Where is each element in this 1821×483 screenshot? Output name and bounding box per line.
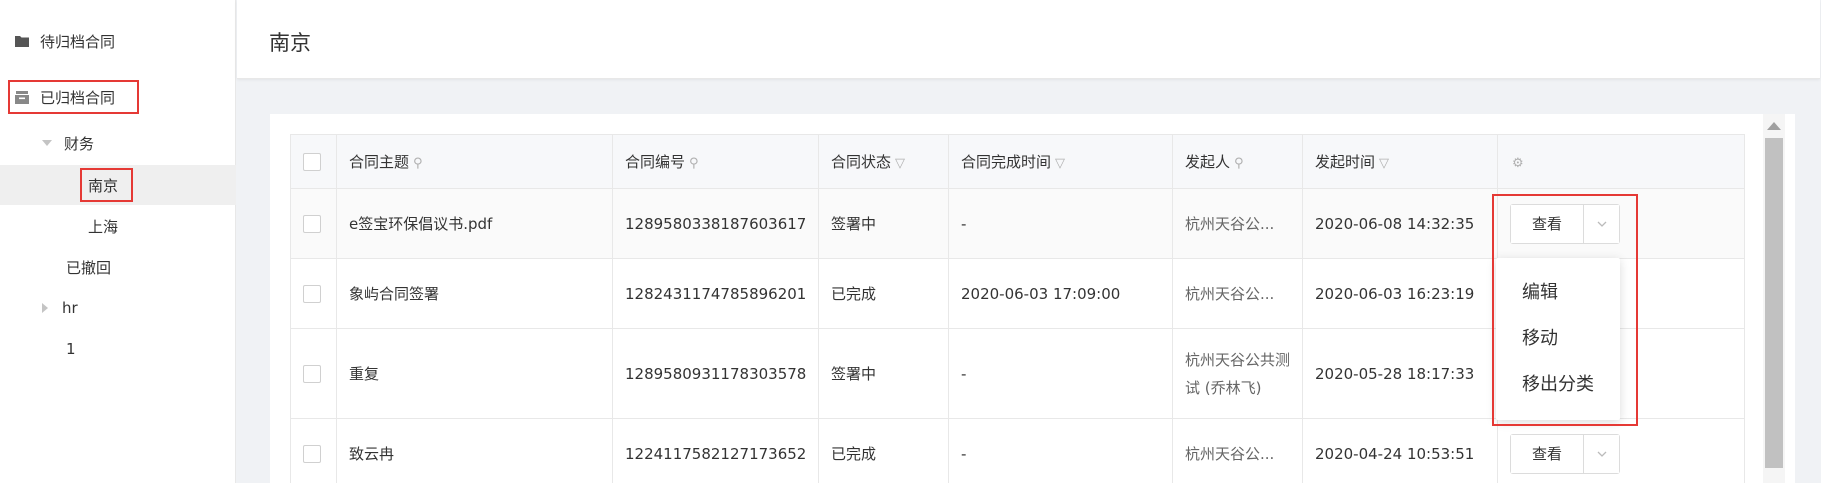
folder-icon <box>14 33 30 49</box>
cell-initiator: 杭州天谷公... <box>1172 258 1303 329</box>
select-all-cell <box>290 134 337 189</box>
cell-completed: 2020-06-03 17:09:00 <box>948 258 1173 329</box>
cell-number: 1282431174785896201 <box>612 258 819 329</box>
row-select-cell <box>290 258 337 329</box>
cell-actions: 查看 <box>1497 418 1745 483</box>
cell-subject[interactable]: e签宝环保倡议书.pdf <box>336 188 613 259</box>
scroll-up-arrow-icon[interactable] <box>1767 122 1781 130</box>
sidebar-item-label: 已归档合同 <box>40 88 116 107</box>
cell-initiator: 杭州天谷公... <box>1172 188 1303 259</box>
sidebar-item-label: 待归档合同 <box>40 32 116 51</box>
sidebar-item-label: hr <box>62 299 78 317</box>
cell-subject[interactable]: 致云冉 <box>336 418 613 483</box>
chevron-down-icon[interactable] <box>1583 204 1619 243</box>
sidebar-item-label: 上海 <box>88 217 119 236</box>
column-label: 合同编号 <box>625 153 686 171</box>
cell-started: 2020-04-24 10:53:51 <box>1302 418 1498 483</box>
cell-initiator: 杭州天谷公共测试 (乔林飞) <box>1172 328 1303 419</box>
settings-icon[interactable]: ⚙ <box>1512 156 1524 171</box>
page-header: 南京 <box>237 0 1820 79</box>
select-all-checkbox[interactable] <box>303 152 321 171</box>
column-header[interactable]: 合同主题 ⚲ <box>336 134 613 189</box>
sidebar-item-shanghai[interactable]: 上海 <box>0 206 236 246</box>
column-label: 合同状态 <box>831 153 892 171</box>
sidebar-item-pending[interactable]: 待归档合同 <box>0 21 236 61</box>
column-label: 发起人 <box>1185 153 1231 171</box>
cell-status: 签署中 <box>818 328 949 419</box>
caret-right-icon <box>42 303 48 313</box>
column-label: 合同主题 <box>349 153 410 171</box>
cell-number: 1224117582127173652 <box>612 418 819 483</box>
table-row[interactable]: 致云冉 1224117582127173652 已完成 - 杭州天谷公... 2… <box>290 418 1745 483</box>
filter-icon[interactable]: ▽ <box>1379 156 1389 171</box>
sidebar-item-label: 财务 <box>64 134 95 153</box>
table-row[interactable]: e签宝环保倡议书.pdf 1289580338187603617 签署中 - 杭… <box>290 188 1745 259</box>
action-button-group: 查看 <box>1510 433 1620 474</box>
filter-icon[interactable]: ▽ <box>1055 156 1065 171</box>
cell-subject[interactable]: 重复 <box>336 328 613 419</box>
sidebar-item-nanjing[interactable]: 南京 <box>0 165 236 205</box>
column-label: 合同完成时间 <box>961 153 1052 171</box>
column-header[interactable]: 合同编号 ⚲ <box>612 134 819 189</box>
column-header[interactable]: 合同状态 ▽ <box>818 134 949 189</box>
sidebar-item-hr[interactable]: hr <box>0 288 236 328</box>
cell-number: 1289580338187603617 <box>612 188 819 259</box>
vertical-scrollbar[interactable] <box>1763 114 1785 483</box>
cell-started: 2020-06-08 14:32:35 <box>1302 188 1498 259</box>
menu-item-remove-category[interactable]: 移出分类 <box>1496 362 1620 408</box>
row-checkbox[interactable] <box>303 284 321 303</box>
table-header-row: 合同主题 ⚲ 合同编号 ⚲ 合同状态 ▽ 合同完成时间 ▽ 发起人 ⚲ 发起时间 ▽ ⚙ <box>290 134 1745 189</box>
cell-status: 签署中 <box>818 188 949 259</box>
menu-item-move[interactable]: 移动 <box>1496 316 1620 362</box>
view-button[interactable]: 查看 <box>1511 434 1583 473</box>
cell-status: 已完成 <box>818 258 949 329</box>
column-header[interactable]: ⚙ <box>1497 134 1745 189</box>
sidebar: 待归档合同 已归档合同 财务 南京 上海 已撤回 hr 1 <box>0 0 236 483</box>
row-select-cell <box>290 188 337 259</box>
scrollbar-thumb[interactable] <box>1765 138 1783 468</box>
filter-icon[interactable]: ▽ <box>895 156 905 171</box>
cell-completed: - <box>948 418 1173 483</box>
sidebar-item-finance[interactable]: 财务 <box>0 123 236 163</box>
column-header[interactable]: 发起人 ⚲ <box>1172 134 1303 189</box>
row-checkbox[interactable] <box>303 364 321 383</box>
row-checkbox[interactable] <box>303 214 321 233</box>
page-title: 南京 <box>269 31 311 55</box>
column-header[interactable]: 合同完成时间 ▽ <box>948 134 1173 189</box>
sidebar-item-archived[interactable]: 已归档合同 <box>0 77 236 117</box>
search-icon[interactable]: ⚲ <box>689 156 699 171</box>
cell-initiator: 杭州天谷公... <box>1172 418 1303 483</box>
action-dropdown-menu: 编辑 移动 移出分类 <box>1496 258 1620 420</box>
cell-number: 1289580931178303578 <box>612 328 819 419</box>
chevron-down-icon[interactable] <box>1583 434 1619 473</box>
cell-started: 2020-05-28 18:17:33 <box>1302 328 1498 419</box>
cell-started: 2020-06-03 16:23:19 <box>1302 258 1498 329</box>
action-button-group: 查看 <box>1510 203 1620 244</box>
column-header[interactable]: 发起时间 ▽ <box>1302 134 1498 189</box>
archive-box-icon <box>14 89 30 105</box>
view-button[interactable]: 查看 <box>1511 204 1583 243</box>
sidebar-item-label: 已撤回 <box>66 258 112 277</box>
row-select-cell <box>290 328 337 419</box>
search-icon[interactable]: ⚲ <box>1234 156 1244 171</box>
sidebar-item-withdrawn[interactable]: 已撤回 <box>0 247 236 287</box>
column-label: 发起时间 <box>1315 153 1376 171</box>
search-icon[interactable]: ⚲ <box>413 156 423 171</box>
row-checkbox[interactable] <box>303 444 321 463</box>
cell-completed: - <box>948 188 1173 259</box>
sidebar-item-label: 1 <box>66 340 76 358</box>
cell-status: 已完成 <box>818 418 949 483</box>
cell-subject[interactable]: 象屿合同签署 <box>336 258 613 329</box>
row-select-cell <box>290 418 337 483</box>
sidebar-item-label: 南京 <box>88 176 119 195</box>
sidebar-item-1[interactable]: 1 <box>0 329 236 369</box>
cell-actions: 查看 <box>1497 188 1745 259</box>
cell-completed: - <box>948 328 1173 419</box>
menu-item-edit[interactable]: 编辑 <box>1496 270 1620 316</box>
caret-down-icon <box>42 140 52 146</box>
